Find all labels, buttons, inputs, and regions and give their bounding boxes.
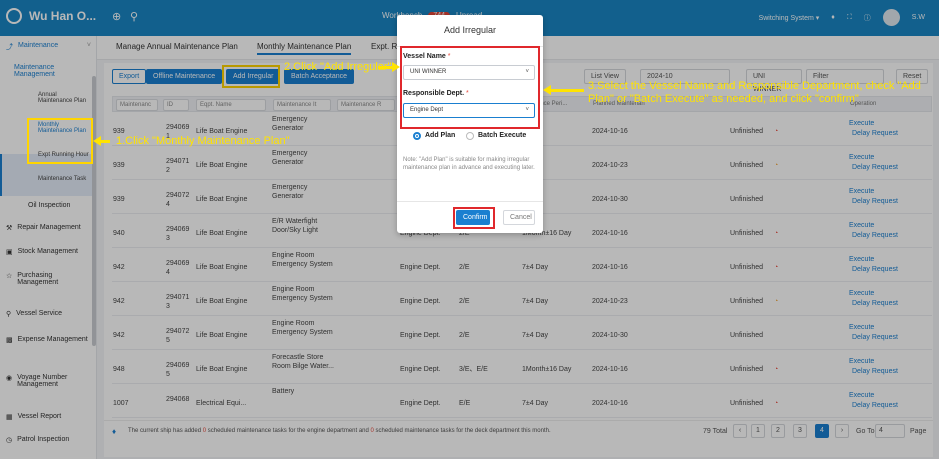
annotation-step-1: 1.Click "Monthly Maintenance Plan" <box>116 135 290 147</box>
annotation-step-3: 3.Select the Vessel Name and Responsible… <box>588 80 921 105</box>
arrowhead-1 <box>93 136 101 146</box>
highlight-confirm <box>453 207 495 229</box>
highlight-selection-fields <box>400 46 540 129</box>
batch-execute-label[interactable]: Batch Execute <box>478 132 526 139</box>
arrowhead-2 <box>392 62 400 72</box>
add-plan-radio[interactable] <box>413 132 421 140</box>
add-plan-label[interactable]: Add Plan <box>425 132 455 139</box>
batch-execute-radio[interactable] <box>466 132 474 140</box>
dialog-note: Note: "Add Plan" is suitable for making … <box>403 157 535 171</box>
highlight-monthly-plan <box>27 118 93 164</box>
arrowhead-3 <box>543 85 551 95</box>
annotation-step-2: 2.Click "Add Irregular" <box>284 61 392 73</box>
divider <box>397 201 543 202</box>
cancel-button[interactable]: Cancel <box>503 210 535 225</box>
dialog-title: Add Irregular <box>443 25 497 35</box>
arrow-3 <box>548 89 584 92</box>
